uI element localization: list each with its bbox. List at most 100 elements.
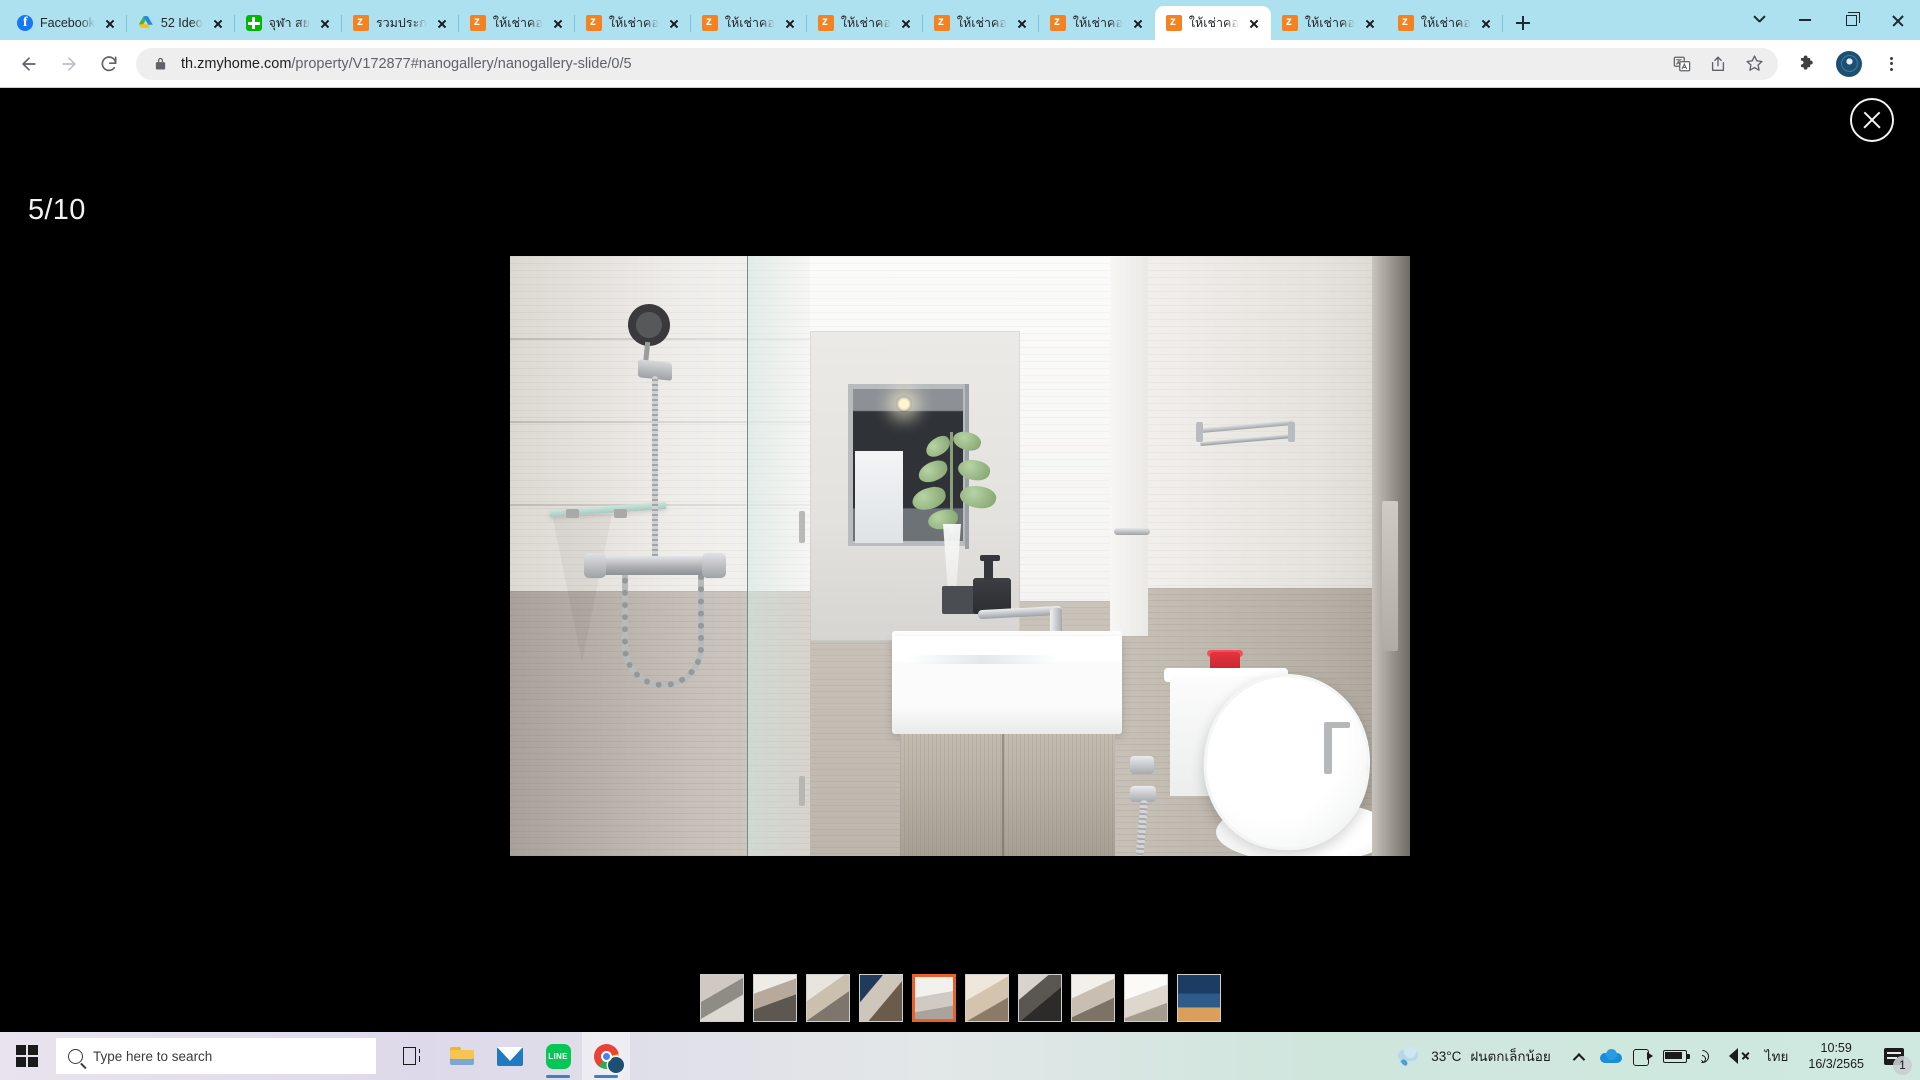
browser-tab-8[interactable]: ให้เช่าคอ <box>807 6 923 40</box>
onedrive-icon[interactable] <box>1595 1032 1627 1080</box>
weather-condition: ฝนตกเล็กน้อย <box>1470 1049 1551 1064</box>
zmyhome-icon <box>352 15 369 31</box>
windows-logo-icon <box>16 1045 38 1067</box>
tab-close-icon[interactable] <box>1478 15 1495 32</box>
tab-title: Facebook <box>40 16 95 30</box>
browser-tab-2[interactable]: 52 Ideo <box>127 6 235 40</box>
tab-close-icon[interactable] <box>898 15 915 32</box>
gallery-thumbnail-4[interactable] <box>858 974 903 1022</box>
start-button[interactable] <box>0 1032 54 1080</box>
gallery-thumbnail-2[interactable] <box>752 974 797 1022</box>
shelf-bracket-right <box>614 509 627 518</box>
tab-close-icon[interactable] <box>102 15 119 32</box>
chrome-button[interactable] <box>582 1032 630 1080</box>
search-icon <box>68 1048 83 1064</box>
close-window-button[interactable] <box>1874 0 1920 40</box>
shelf-bracket-left <box>566 509 579 518</box>
shower-mixer-knob-left <box>584 553 606 578</box>
reload-button[interactable] <box>90 45 128 83</box>
toolbar-right-actions <box>1788 45 1910 83</box>
forward-button[interactable] <box>50 45 88 83</box>
chrome-icon <box>593 1043 624 1073</box>
minimize-button[interactable] <box>1782 0 1828 40</box>
browser-tab-9[interactable]: ให้เช่าคอ <box>923 6 1039 40</box>
tab-close-icon[interactable] <box>666 15 683 32</box>
gallery-main-image[interactable] <box>510 256 1410 856</box>
tab-close-icon[interactable] <box>1246 15 1263 32</box>
gallery-thumbnail-1[interactable] <box>699 974 744 1022</box>
gallery-thumbnail-6[interactable] <box>964 974 1009 1022</box>
file-explorer-button[interactable] <box>438 1032 486 1080</box>
browser-tab-13[interactable]: ให้เช่าคอ <box>1387 6 1503 40</box>
gallery-thumbnail-10[interactable] <box>1176 974 1221 1022</box>
soap-dispenser-pump <box>984 558 993 580</box>
puzzle-icon[interactable] <box>1788 45 1826 83</box>
language-indicator[interactable]: ไทย <box>1755 1045 1799 1067</box>
zmyhome-icon <box>933 15 950 31</box>
browser-tab-1[interactable]: Facebook <box>6 6 127 40</box>
star-icon[interactable] <box>1744 54 1764 74</box>
battery-icon[interactable] <box>1659 1032 1691 1080</box>
line-button[interactable]: LINE <box>534 1032 582 1080</box>
gallery-thumbnail-7[interactable] <box>1017 974 1062 1022</box>
tab-title: ให้เช่าคอ <box>1072 16 1123 30</box>
gallery-thumbnail-5-active[interactable] <box>911 974 956 1022</box>
tab-close-icon[interactable] <box>210 15 227 32</box>
browser-tab-7[interactable]: ให้เช่าคอ <box>691 6 807 40</box>
tab-close-icon[interactable] <box>1014 15 1031 32</box>
tab-close-icon[interactable] <box>782 15 799 32</box>
mail-button[interactable] <box>486 1032 534 1080</box>
url-host: th.zmyhome.com <box>181 55 292 72</box>
mirror-reflection-lamp <box>896 396 912 412</box>
address-bar[interactable]: th.zmyhome.com/property/V172877#nanogall… <box>136 47 1778 80</box>
tab-close-icon[interactable] <box>1130 15 1147 32</box>
task-view-button[interactable] <box>390 1032 438 1080</box>
taskbar-search-box[interactable]: Type here to search <box>56 1038 376 1074</box>
browser-tab-4[interactable]: รวมประก <box>342 6 459 40</box>
zmyhome-icon <box>1281 15 1298 31</box>
tab-title: 52 Ideo <box>160 16 203 30</box>
browser-tab-3[interactable]: จุฬา สย <box>235 6 343 40</box>
weather-widget[interactable]: 33°C ฝนตกเล็กน้อย <box>1384 1045 1563 1067</box>
kebab-menu-icon[interactable] <box>1872 45 1910 83</box>
mail-icon <box>497 1046 523 1066</box>
browser-tab-12[interactable]: ให้เช่าคอ <box>1271 6 1387 40</box>
tab-close-icon[interactable] <box>550 15 567 32</box>
meet-now-icon[interactable] <box>1627 1032 1659 1080</box>
tab-close-icon[interactable] <box>1362 15 1379 32</box>
new-tab-button[interactable] <box>1509 9 1537 37</box>
maximize-button[interactable] <box>1828 0 1874 40</box>
tab-close-icon[interactable] <box>317 15 334 32</box>
share-icon[interactable] <box>1708 54 1728 74</box>
tab-title: ให้เช่าคอ <box>724 16 775 30</box>
tab-close-icon[interactable] <box>434 15 451 32</box>
shower-glass-hinge-upper <box>799 511 805 543</box>
gallery-thumbnail-3[interactable] <box>805 974 850 1022</box>
gallery-thumbnail-8[interactable] <box>1070 974 1115 1022</box>
shower-hose-texture <box>622 568 704 688</box>
browser-tab-10[interactable]: ให้เช่าคอ <box>1039 6 1155 40</box>
browser-tab-11-active[interactable]: ให้เช่าคอ <box>1154 6 1271 40</box>
back-button[interactable] <box>10 45 48 83</box>
tab-search-chevron-down-icon[interactable] <box>1736 0 1782 40</box>
notification-center-button[interactable]: 1 <box>1874 1032 1914 1080</box>
profile-avatar[interactable] <box>1830 45 1868 83</box>
wifi-icon[interactable] <box>1691 1032 1723 1080</box>
zmyhome-icon <box>585 15 602 31</box>
windows-taskbar: Type here to search LINE 33°C ฝนตกเล็กน้… <box>0 1032 1920 1080</box>
avatar <box>1836 50 1862 77</box>
tab-title: ให้เช่าคอ <box>1188 16 1239 30</box>
translate-icon[interactable] <box>1672 54 1692 74</box>
gallery-thumbnail-9[interactable] <box>1123 974 1168 1022</box>
zmyhome-icon <box>1397 15 1414 31</box>
taskbar-clock[interactable]: 10:59 16/3/2565 <box>1798 1040 1874 1072</box>
search-placeholder: Type here to search <box>93 1048 213 1064</box>
show-hidden-icons-button[interactable] <box>1563 1032 1595 1080</box>
browser-tab-6[interactable]: ให้เช่าคอ <box>575 6 691 40</box>
speaker-muted-icon[interactable] <box>1723 1032 1755 1080</box>
toilet-paper-holder <box>1324 726 1332 774</box>
towel-bar-bracket-right <box>1288 422 1295 442</box>
close-icon[interactable] <box>1850 98 1894 142</box>
weather-temperature: 33°C <box>1431 1048 1462 1064</box>
browser-tab-5[interactable]: ให้เช่าคอ <box>459 6 575 40</box>
